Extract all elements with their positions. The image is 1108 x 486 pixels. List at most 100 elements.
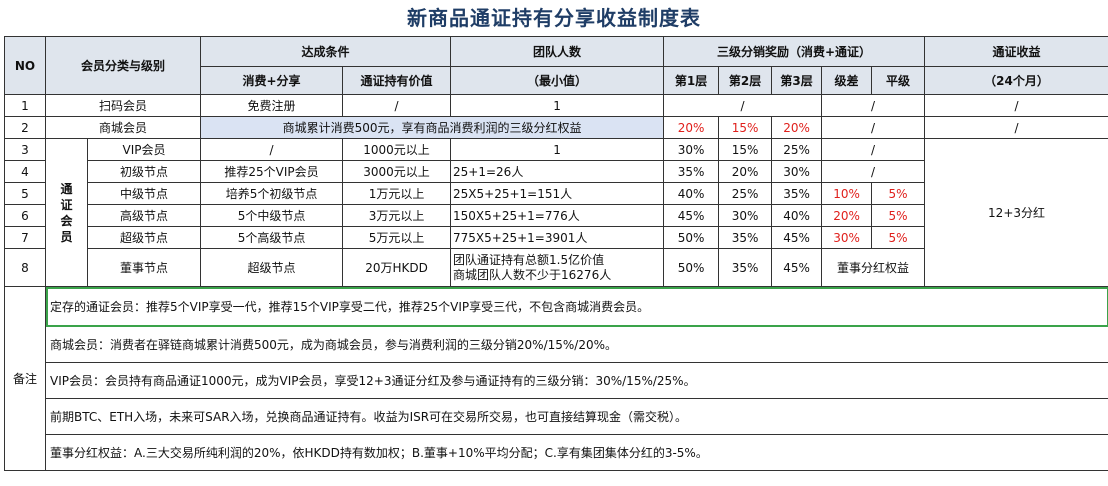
row-team-line1: 团队通证持有总额1.5亿价值	[453, 252, 605, 267]
row-l2: 15%	[718, 138, 773, 161]
header-member: 会员分类与级别	[44, 36, 202, 95]
header-income: 通证收益	[924, 36, 1108, 67]
row-diff-flat: /	[821, 138, 926, 161]
row-l2: 25%	[718, 182, 773, 205]
row-income: /	[924, 116, 1108, 139]
row-diff-flat: 董事分红权益	[821, 248, 926, 287]
row-consume: 5个中级节点	[200, 204, 344, 227]
row-no: 6	[4, 204, 46, 227]
row-l2: 30%	[718, 204, 773, 227]
note-item: 董事分红权益：A.三大交易所纯利润的20%，依HKDD持有数加权；B.董事+10…	[44, 434, 1108, 471]
row-consume: 免费注册	[200, 94, 344, 117]
table-row: 1 扫码会员 免费注册 / 1 / / /	[4, 94, 1108, 117]
row-flat: 5%	[871, 204, 926, 227]
row-l1: 50%	[663, 226, 720, 249]
row-no: 3	[4, 138, 46, 161]
row-no: 7	[4, 226, 46, 249]
header-team: 团队人数	[450, 36, 665, 67]
note-item: 商城会员：消费者在驿链商城累计消费500元，成为商城会员，参与消费利润的三级分销…	[44, 326, 1108, 363]
header-income-sub: （24个月）	[924, 66, 1108, 95]
table-row: 2 商城会员 商城累计消费500元，享有商品消费利润的三级分红权益 20% 15…	[4, 116, 1108, 139]
income-vip: 12+3分红	[924, 138, 1108, 287]
row-member: 扫码会员	[44, 94, 202, 117]
header-diff: 级差	[821, 66, 873, 95]
row-diff-flat: /	[821, 94, 926, 117]
row-diff: 30%	[821, 226, 873, 249]
row-no: 1	[4, 94, 46, 117]
row-l3: 45%	[771, 248, 823, 287]
row-member: 董事节点	[86, 248, 202, 287]
row-member: VIP会员	[86, 138, 202, 161]
row-team: 团队通证持有总额1.5亿价值 商城团队人数不少于16276人	[450, 248, 665, 287]
row-levels: /	[663, 94, 823, 117]
row-hold: 3000元以上	[342, 160, 452, 183]
row-l1: 20%	[663, 116, 720, 139]
row-consume: 推荐25个VIP会员	[200, 160, 344, 183]
row-l3: 40%	[771, 204, 823, 227]
row-l3: 45%	[771, 226, 823, 249]
header-team-min: （最小值）	[450, 66, 665, 95]
row-no: 4	[4, 160, 46, 183]
row-flat: 5%	[871, 226, 926, 249]
note-item: VIP会员：会员持有商品通证1000元，成为VIP会员，享受12+3通证分红及参…	[44, 362, 1108, 399]
row-no: 5	[4, 182, 46, 205]
note-item: 定存的通证会员：推荐5个VIP享受一代，推荐15个VIP享受二代，推荐25个VI…	[44, 286, 1108, 327]
row-diff: 20%	[821, 204, 873, 227]
header-hold: 通证持有价值	[342, 66, 452, 95]
row-member: 高级节点	[86, 204, 202, 227]
row-diff-flat: /	[821, 160, 926, 183]
row-l1: 40%	[663, 182, 720, 205]
row-hold: /	[342, 94, 452, 117]
row-l1: 45%	[663, 204, 720, 227]
row-l1: 30%	[663, 138, 720, 161]
row-l2: 35%	[718, 248, 773, 287]
header-conditions: 达成条件	[200, 36, 452, 67]
row-consume: 5个高级节点	[200, 226, 344, 249]
row-consume: /	[200, 138, 344, 161]
row-diff: 10%	[821, 182, 873, 205]
row-no: 2	[4, 116, 46, 139]
row-team: 25X5+25+1=151人	[450, 182, 665, 205]
row-l3: 30%	[771, 160, 823, 183]
row-hold: 20万HKDD	[342, 248, 452, 287]
row-hold: 1000元以上	[342, 138, 452, 161]
row-member: 超级节点	[86, 226, 202, 249]
table-row: 3 通证会员 VIP会员 / 1000元以上 1 30% 15% 25% / 1…	[4, 138, 1108, 287]
header-flat: 平级	[871, 66, 926, 95]
row-l1: 50%	[663, 248, 720, 287]
header-l2: 第2层	[718, 66, 773, 95]
row-team: 25+1=26人	[450, 160, 665, 183]
row-l1: 35%	[663, 160, 720, 183]
row-l3: 25%	[771, 138, 823, 161]
row-team: 1	[450, 138, 665, 161]
row-consume: 培养5个初级节点	[200, 182, 344, 205]
row-l3: 20%	[771, 116, 823, 139]
row-hold: 3万元以上	[342, 204, 452, 227]
row-team: 1	[450, 94, 665, 117]
note-item: 前期BTC、ETH入场，未来可SAR入场，兑换商品通证持有。收益为ISR可在交易…	[44, 398, 1108, 435]
tongzheng-member-label: 通证会员	[45, 138, 88, 287]
row-hold: 5万元以上	[342, 226, 452, 249]
row-team: 150X5+25+1=776人	[450, 204, 665, 227]
row-l3: 35%	[771, 182, 823, 205]
notes-label: 备注	[4, 286, 46, 471]
header-reward: 三级分销奖励（消费+通证）	[663, 36, 926, 67]
row-income: /	[924, 94, 1108, 117]
header-no: NO	[4, 36, 46, 95]
row-team: 775X5+25+1=3901人	[450, 226, 665, 249]
row-flat: 5%	[871, 182, 926, 205]
header-l3: 第3层	[771, 66, 823, 95]
row-member: 商城会员	[44, 116, 202, 139]
revenue-system-table: NO 会员分类与级别 达成条件 团队人数 三级分销奖励（消费+通证） 通证收益 …	[4, 36, 1108, 471]
header-l1: 第1层	[663, 66, 720, 95]
row-l2: 35%	[718, 226, 773, 249]
row-member: 中级节点	[86, 182, 202, 205]
row-no: 8	[4, 248, 46, 287]
page-title: 新商品通证持有分享收益制度表	[407, 6, 701, 30]
row-l2: 15%	[718, 116, 773, 139]
row-l2: 20%	[718, 160, 773, 183]
row-merged-condition: 商城累计消费500元，享有商品消费利润的三级分红权益	[200, 116, 665, 139]
row-hold: 1万元以上	[342, 182, 452, 205]
row-consume: 超级节点	[200, 248, 344, 287]
row-team-line2: 商城团队人数不少于16276人	[453, 267, 612, 282]
